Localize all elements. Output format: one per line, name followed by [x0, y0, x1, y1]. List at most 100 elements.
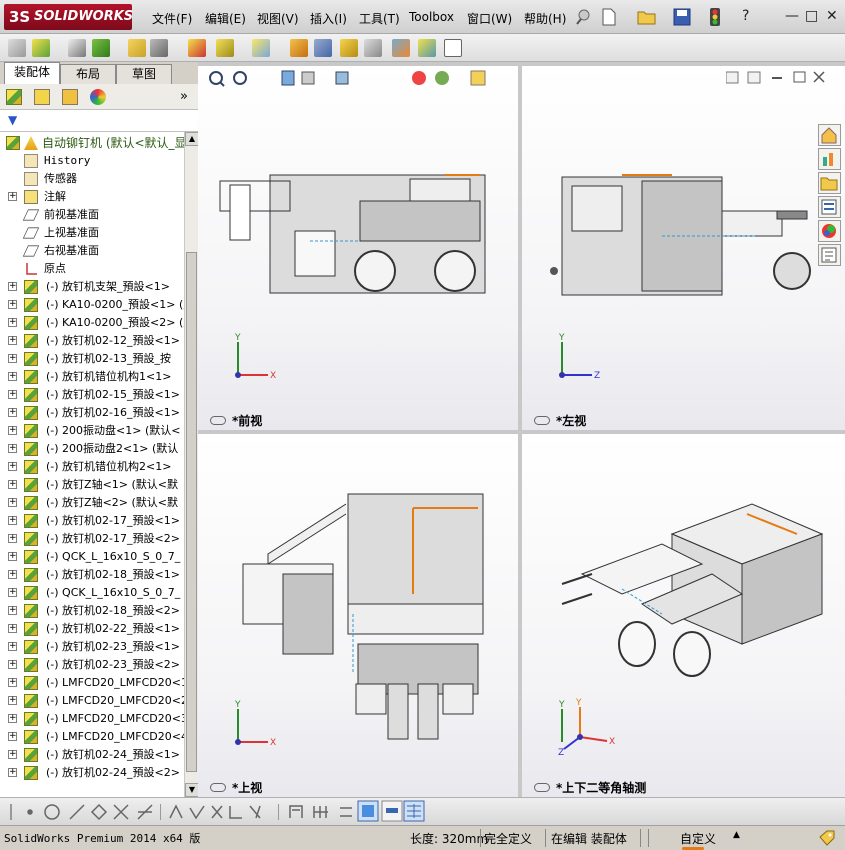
component-icon[interactable]: [8, 39, 26, 57]
viewport-front[interactable]: *前视 Y X: [198, 66, 518, 430]
menu-file[interactable]: 文件(F): [152, 10, 192, 27]
unit-system-arrow-icon[interactable]: ▲: [733, 830, 740, 840]
expand-toggle-icon[interactable]: +: [8, 462, 17, 471]
solidworks-resources-icon[interactable]: [818, 124, 841, 146]
expand-toggle-icon[interactable]: +: [8, 714, 17, 723]
viewport-window-controls[interactable]: [726, 71, 826, 85]
expand-toggle-icon[interactable]: +: [8, 498, 17, 507]
solidworks-logo[interactable]: 3S SOLIDWORKS: [4, 4, 133, 30]
scroll-down-arrow-icon[interactable]: ▼: [185, 783, 199, 797]
appearances-icon[interactable]: [818, 220, 841, 242]
expand-toggle-icon[interactable]: +: [8, 480, 17, 489]
reference-geometry-icon[interactable]: [252, 39, 270, 57]
save-icon[interactable]: [673, 8, 691, 26]
expand-toggle-icon[interactable]: +: [8, 696, 17, 705]
top-view-model[interactable]: [228, 474, 508, 744]
expand-toggle-icon[interactable]: +: [8, 678, 17, 687]
menu-tools[interactable]: 工具(T): [359, 10, 400, 27]
filter-icon[interactable]: ▼: [8, 113, 17, 127]
heads-up-view-toolbar[interactable]: [206, 68, 506, 88]
new-document-icon[interactable]: [600, 8, 618, 26]
expand-toggle-icon[interactable]: +: [8, 408, 17, 417]
close-button[interactable]: ✕: [826, 8, 838, 24]
menu-help[interactable]: 帮助(H): [524, 10, 566, 27]
expand-toggle-icon[interactable]: +: [8, 336, 17, 345]
move-component-icon[interactable]: [150, 39, 168, 57]
expand-toggle-icon[interactable]: +: [8, 444, 17, 453]
expand-toggle-icon[interactable]: +: [8, 390, 17, 399]
expand-toggle-icon[interactable]: +: [8, 372, 17, 381]
tree-root[interactable]: 自动铆钉机 (默认<默认_显示状态-1>): [0, 134, 184, 152]
custom-properties-icon[interactable]: [818, 244, 841, 266]
interference-detection-icon[interactable]: [392, 39, 410, 57]
exploded-view-icon[interactable]: [340, 39, 358, 57]
new-motion-study-icon[interactable]: [290, 39, 308, 57]
feature-manager-tree-icon[interactable]: [6, 89, 22, 105]
scrollbar-thumb[interactable]: [186, 252, 197, 772]
minimize-button[interactable]: —: [785, 8, 799, 24]
large-assembly-mode-icon[interactable]: [444, 39, 462, 57]
bill-of-materials-icon[interactable]: [314, 39, 332, 57]
file-explorer-icon[interactable]: [818, 172, 841, 194]
mate-icon[interactable]: [68, 39, 86, 57]
expand-toggle-icon[interactable]: +: [8, 516, 17, 525]
front-view-model[interactable]: [210, 171, 490, 301]
view-link-icon[interactable]: [210, 416, 226, 425]
menu-window[interactable]: 窗口(W): [467, 10, 512, 27]
pin-icon[interactable]: [574, 8, 592, 26]
left-view-model[interactable]: [542, 171, 822, 301]
tab-sketch[interactable]: 草图: [116, 64, 172, 84]
expand-toggle-icon[interactable]: +: [8, 750, 17, 759]
viewport-isometric[interactable]: *上下二等角轴测 Y Y X Z: [522, 434, 845, 797]
viewport-splitter-horizontal[interactable]: [198, 430, 845, 434]
view-palette-icon[interactable]: [818, 196, 841, 218]
isometric-view-model[interactable]: [552, 494, 832, 694]
expand-toggle-icon[interactable]: +: [8, 534, 17, 543]
view-link-icon[interactable]: [534, 416, 550, 425]
menu-view[interactable]: 视图(V): [257, 10, 299, 27]
expand-toggle-icon[interactable]: +: [8, 192, 17, 201]
restore-button[interactable]: □: [805, 8, 818, 24]
viewport-top[interactable]: *上视 Y X: [198, 434, 518, 797]
menu-insert[interactable]: 插入(I): [310, 10, 347, 27]
expand-toggle-icon[interactable]: +: [8, 768, 17, 777]
show-hidden-icon[interactable]: [188, 39, 206, 57]
menu-edit[interactable]: 编辑(E): [205, 10, 246, 27]
expand-toggle-icon[interactable]: +: [8, 426, 17, 435]
graphics-area[interactable]: *前视 Y X *左视 Y Z *上视 Y X *上下二等角轴测 Y Y X Z: [198, 62, 845, 797]
view-link-icon[interactable]: [210, 783, 226, 792]
expand-toggle-icon[interactable]: +: [8, 642, 17, 651]
view-link-icon[interactable]: [534, 783, 550, 792]
expand-toggle-icon[interactable]: +: [8, 606, 17, 615]
unit-system-selector[interactable]: 自定义: [680, 830, 716, 847]
instant3d-icon[interactable]: [418, 39, 436, 57]
design-library-icon[interactable]: [818, 148, 841, 170]
menu-toolbox[interactable]: Toolbox: [409, 10, 454, 24]
viewport-left[interactable]: *左视 Y Z: [522, 66, 845, 430]
expand-toggle-icon[interactable]: +: [8, 624, 17, 633]
property-manager-icon[interactable]: [34, 89, 50, 105]
expand-toggle-icon[interactable]: +: [8, 588, 17, 597]
expand-toggle-icon[interactable]: +: [8, 660, 17, 669]
tag-icon[interactable]: [818, 829, 836, 847]
expand-toggle-icon[interactable]: +: [8, 354, 17, 363]
display-manager-icon[interactable]: [90, 89, 106, 105]
expand-toggle-icon[interactable]: +: [8, 552, 17, 561]
insert-component-icon[interactable]: [32, 39, 50, 57]
expand-toggle-icon[interactable]: +: [8, 282, 17, 291]
linear-pattern-icon[interactable]: [92, 39, 110, 57]
tab-layout[interactable]: 布局: [60, 64, 116, 84]
expand-toggle-icon[interactable]: +: [8, 732, 17, 741]
help-question-icon[interactable]: ?: [742, 8, 749, 24]
scroll-up-arrow-icon[interactable]: ▲: [185, 132, 199, 146]
tab-assembly[interactable]: 装配体: [4, 62, 60, 84]
assembly-features-icon[interactable]: [216, 39, 234, 57]
smart-fasteners-icon[interactable]: [128, 39, 146, 57]
expand-toggle-icon[interactable]: +: [8, 318, 17, 327]
tree-scrollbar[interactable]: ▲ ▼: [184, 132, 199, 797]
rebuild-traffic-light-icon[interactable]: [709, 7, 721, 27]
expand-toggle-icon[interactable]: +: [8, 570, 17, 579]
open-folder-icon[interactable]: [637, 8, 657, 26]
configuration-manager-icon[interactable]: [62, 89, 78, 105]
more-tabs-icon[interactable]: »: [180, 89, 188, 104]
